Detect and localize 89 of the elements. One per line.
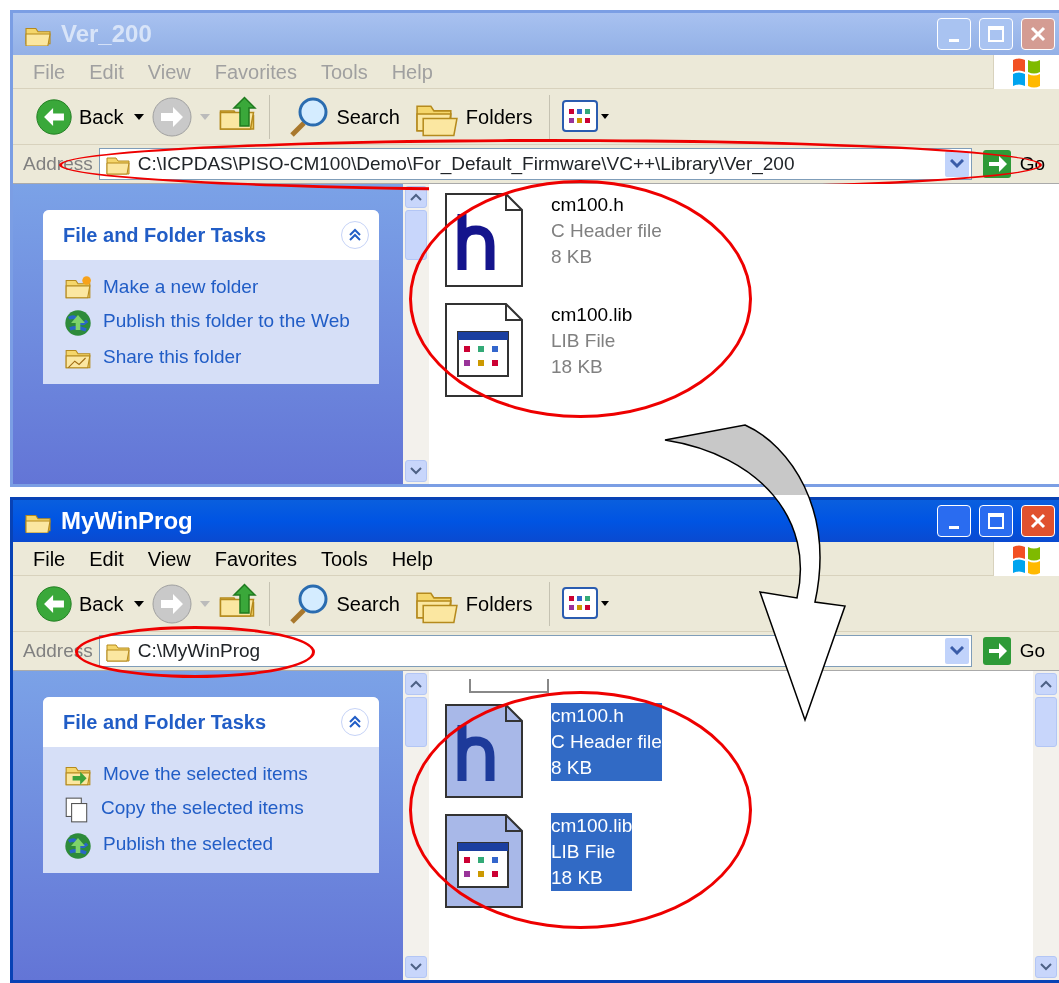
maximize-icon [987, 512, 1005, 530]
file-name: cm100.lib [551, 813, 633, 839]
header-file-icon [444, 703, 524, 799]
task-link[interactable]: Move the selected items [103, 761, 308, 787]
search-button[interactable]: Search [282, 94, 404, 139]
scroll-up-button[interactable] [1035, 673, 1057, 695]
task-link[interactable]: Copy the selected items [101, 795, 304, 821]
dropdown-button[interactable] [944, 151, 969, 177]
menu-item[interactable]: Tools [308, 543, 380, 574]
task-link[interactable]: Make a new folder [103, 274, 259, 300]
chevron-up-icon [410, 680, 422, 688]
search-button[interactable]: Search [282, 581, 404, 626]
library-file-icon [444, 813, 524, 909]
file-name: cm100.h [551, 703, 662, 729]
globe-icon [63, 308, 93, 338]
double-chevron-icon [348, 715, 362, 729]
maximize-button[interactable] [979, 505, 1013, 537]
scroll-thumb[interactable] [405, 210, 427, 260]
dropdown-button[interactable] [944, 638, 969, 664]
globe-icon [63, 831, 93, 861]
scrollbar[interactable] [403, 671, 429, 980]
menu-item[interactable]: View [135, 543, 203, 574]
scroll-up-button[interactable] [405, 673, 427, 695]
scrollbar[interactable] [403, 184, 429, 484]
menu-item[interactable]: Edit [77, 543, 136, 574]
forward-icon[interactable] [151, 95, 194, 138]
file-size: 8 KB [551, 245, 594, 269]
chevron-down-icon [1040, 963, 1052, 971]
go-button[interactable]: Go [977, 636, 1055, 666]
menu-item[interactable]: Favorites [202, 543, 309, 574]
double-chevron-icon [348, 228, 362, 242]
address-field[interactable]: C:\ICPDAS\PISO-CM100\Demo\For_Default_Firmware\VC++\Library\Ver_200 [98, 148, 972, 180]
chevron-down-icon [410, 963, 422, 971]
chevron-down-icon [410, 467, 422, 475]
minimize-icon [949, 525, 959, 529]
scroll-down-button[interactable] [1035, 956, 1057, 978]
scrollbar[interactable] [1033, 671, 1059, 980]
address-field[interactable]: C:\MyWinProg [98, 635, 972, 667]
file-size: 18 KB [551, 865, 633, 891]
collapse-button[interactable] [341, 221, 369, 249]
task-panel-title: File and Folder Tasks [63, 710, 267, 735]
task-link[interactable]: Publish the selected [103, 831, 274, 857]
close-button[interactable] [1021, 505, 1055, 537]
menu-item[interactable]: Help [379, 543, 445, 574]
selected-file-item[interactable]: cm100.lib LIB File 18 KB [439, 813, 662, 909]
scroll-down-button[interactable] [405, 460, 427, 482]
scroll-down-button[interactable] [405, 956, 427, 978]
menu-item[interactable]: File [21, 543, 78, 574]
library-file-icon [444, 302, 524, 398]
address-path: C:\ICPDAS\PISO-CM100\Demo\For_Default_Firmware\VC++\Library\Ver_200 [137, 151, 796, 177]
selected-file-item[interactable]: cm100.h C Header file 8 KB [439, 703, 662, 799]
file-size: 8 KB [551, 755, 662, 781]
window-title: Ver_200 [61, 19, 153, 49]
views-icon[interactable] [561, 586, 610, 621]
task-panel-title: File and Folder Tasks [63, 223, 267, 248]
file-type: LIB File [551, 329, 617, 353]
file-name: cm100.lib [551, 303, 633, 327]
header-file-icon [444, 192, 524, 288]
file-type: LIB File [551, 839, 633, 865]
folders-button[interactable]: Folders [409, 96, 537, 137]
views-icon[interactable] [561, 99, 610, 134]
task-link[interactable]: Share this folder [103, 344, 242, 370]
minimize-icon [949, 38, 959, 42]
window-title: MyWinProg [61, 506, 194, 536]
chevron-down-icon [949, 159, 964, 169]
file-item[interactable]: cm100.lib LIB File 18 KB [439, 302, 662, 398]
close-button[interactable] [1021, 18, 1055, 50]
file-size: 18 KB [551, 355, 604, 379]
address-path: C:\MyWinProg [137, 638, 262, 663]
maximize-icon [987, 25, 1005, 43]
close-icon [1029, 512, 1047, 530]
scroll-thumb[interactable] [1035, 697, 1057, 747]
minimize-button[interactable] [937, 505, 971, 537]
scroll-up-button[interactable] [405, 186, 427, 208]
file-name: cm100.h [551, 193, 625, 217]
chevron-up-icon [410, 193, 422, 201]
file-type: C Header file [551, 219, 662, 243]
close-icon [1029, 25, 1047, 43]
forward-icon[interactable] [151, 582, 194, 625]
chevron-down-icon [949, 646, 964, 656]
back-button[interactable]: Back [31, 584, 128, 623]
chevron-up-icon [1040, 680, 1052, 688]
scroll-thumb[interactable] [405, 697, 427, 747]
collapse-button[interactable] [341, 708, 369, 736]
task-link[interactable]: Publish this folder to the Web [103, 308, 350, 334]
file-type: C Header file [551, 729, 662, 755]
folders-button[interactable]: Folders [409, 583, 537, 624]
file-item[interactable]: cm100.h C Header file 8 KB [439, 192, 662, 288]
back-button[interactable]: Back [31, 97, 128, 136]
